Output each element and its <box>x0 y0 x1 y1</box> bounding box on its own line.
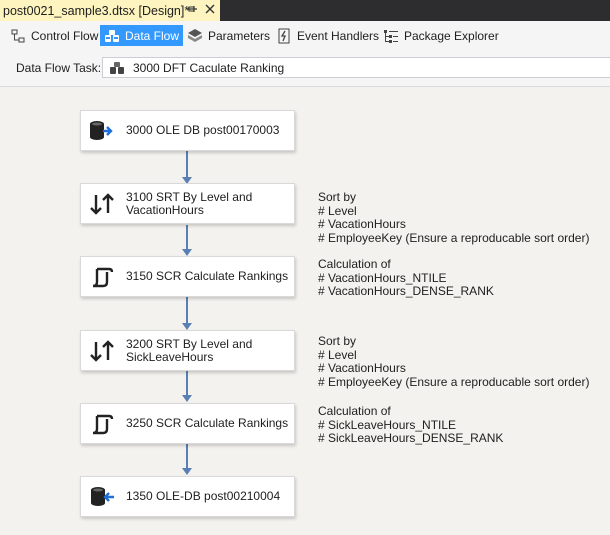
control-flow-icon <box>10 28 26 44</box>
component-label: 1350 OLE-DB post00210004 <box>126 489 281 503</box>
annotation-calc-sickleave[interactable]: Calculation of # SickLeaveHours_NTILE # … <box>318 404 503 446</box>
data-flow-task-value: 3000 DFT Caculate Ranking <box>133 60 285 75</box>
tab-label: Event Handlers <box>297 28 380 43</box>
designer-tab-bar: Control Flow Data Flow Parameters Event … <box>0 21 610 49</box>
task-selector-row: Data Flow Task: 3000 DFT Caculate Rankin… <box>0 56 610 80</box>
document-tab-strip: post0021_sample3.dtsx [Design]* <box>0 0 610 21</box>
script-component-icon <box>89 266 115 288</box>
component-label: 3100 SRT By Level and VacationHours <box>126 189 253 217</box>
tab-data-flow[interactable]: Data Flow <box>100 25 184 46</box>
data-flow-task-icon <box>109 61 125 75</box>
tab-package-explorer[interactable]: Package Explorer <box>379 25 503 46</box>
path-arrowhead <box>182 249 192 256</box>
component-ole-db-destination[interactable]: 1350 OLE-DB post00210004 <box>80 476 295 517</box>
tab-control-flow[interactable]: Control Flow <box>6 25 102 46</box>
pin-icon[interactable] <box>186 3 198 17</box>
tab-label: Control Flow <box>31 28 99 43</box>
annotation-sort-vacation[interactable]: Sort by # Level # VacationHours # Employ… <box>318 190 589 245</box>
path-connector[interactable] <box>186 151 188 179</box>
event-handlers-icon <box>276 28 292 44</box>
tab-label: Parameters <box>208 28 271 43</box>
document-tab-title: post0021_sample3.dtsx [Design]* <box>3 3 190 18</box>
tab-label: Package Explorer <box>404 28 499 43</box>
ole-db-destination-icon <box>89 486 115 508</box>
component-ole-db-source[interactable]: 3000 OLE DB post00170003 <box>80 110 295 151</box>
sort-icon <box>89 340 115 362</box>
parameters-icon <box>187 28 203 44</box>
component-label: 3200 SRT By Level and SickLeaveHours <box>126 336 253 364</box>
tab-event-handlers[interactable]: Event Handlers <box>272 25 383 46</box>
ole-db-source-icon <box>89 120 115 142</box>
annotation-calc-vacation[interactable]: Calculation of # VacationHours_NTILE # V… <box>318 257 494 299</box>
package-explorer-icon <box>383 28 399 44</box>
data-flow-task-dropdown[interactable]: 3000 DFT Caculate Ranking <box>102 57 610 78</box>
component-sort-sickleave[interactable]: 3200 SRT By Level and SickLeaveHours <box>80 330 295 371</box>
data-flow-canvas[interactable]: 3000 OLE DB post00170003 3100 SRT By Lev… <box>0 87 610 535</box>
path-connector[interactable] <box>186 225 188 250</box>
path-arrowhead <box>182 395 192 402</box>
path-connector[interactable] <box>186 371 188 397</box>
sort-icon <box>89 193 115 215</box>
document-tab[interactable]: post0021_sample3.dtsx [Design]* <box>0 0 220 21</box>
annotation-sort-sickleave[interactable]: Sort by # Level # VacationHours # Employ… <box>318 334 589 389</box>
component-sort-vacation[interactable]: 3100 SRT By Level and VacationHours <box>80 183 295 224</box>
component-label: 3250 SCR Calculate Rankings <box>126 416 289 430</box>
component-script-sickleave-rankings[interactable]: 3250 SCR Calculate Rankings <box>80 403 295 444</box>
tab-label: Data Flow <box>125 28 180 43</box>
path-connector[interactable] <box>186 444 188 470</box>
close-icon[interactable] <box>204 2 216 16</box>
path-arrowhead <box>182 468 192 475</box>
component-label: 3000 OLE DB post00170003 <box>126 123 280 137</box>
component-label: 3150 SCR Calculate Rankings <box>126 269 289 283</box>
task-label: Data Flow Task: <box>16 61 102 75</box>
path-connector[interactable] <box>186 297 188 325</box>
data-flow-icon <box>104 28 120 44</box>
script-component-icon <box>89 413 115 435</box>
tab-parameters[interactable]: Parameters <box>183 25 274 46</box>
component-script-vacation-rankings[interactable]: 3150 SCR Calculate Rankings <box>80 256 295 297</box>
path-arrowhead <box>182 323 192 330</box>
